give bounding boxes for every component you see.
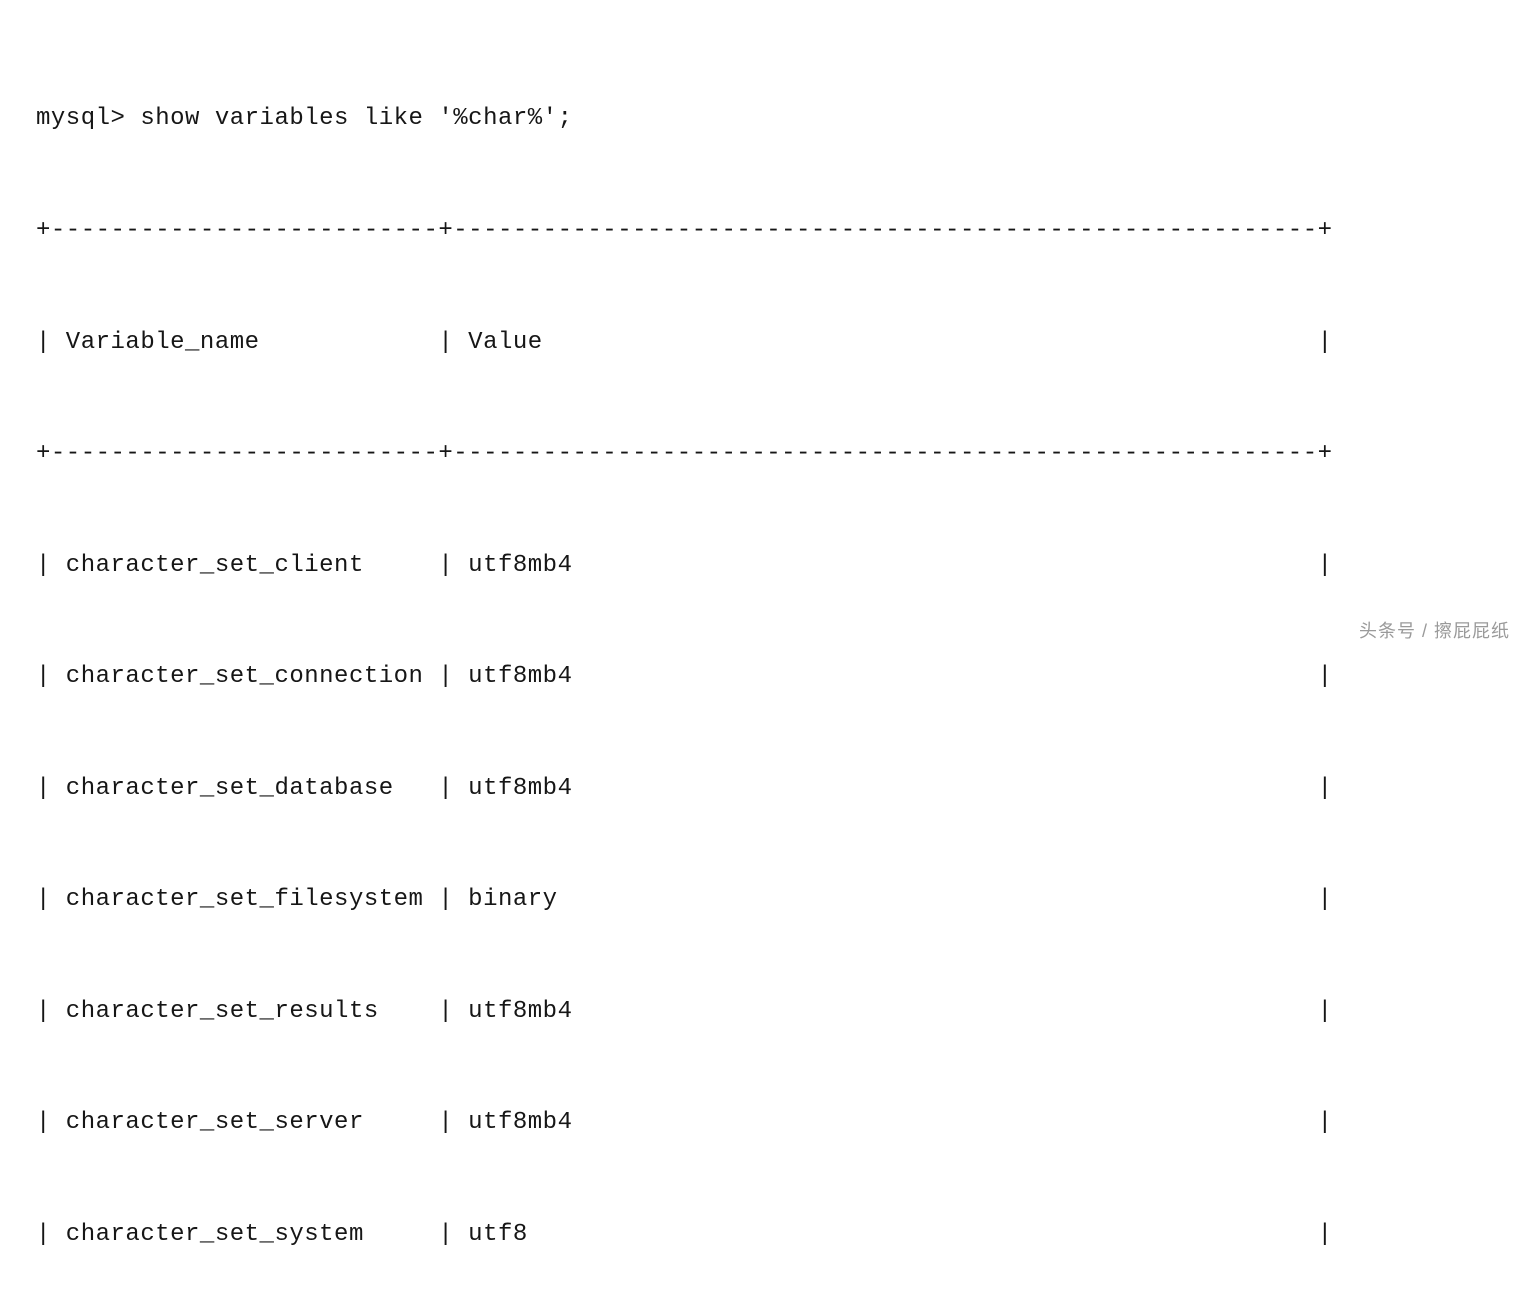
table-row: | character_set_connection | utf8mb4 | xyxy=(36,658,1522,695)
table-row: | character_set_client | utf8mb4 | xyxy=(36,547,1522,584)
table-row: | character_set_server | utf8mb4 | xyxy=(36,1104,1522,1141)
terminal-output: mysql> show variables like '%char%'; +--… xyxy=(36,26,1522,1312)
command-line: mysql> show variables like '%char%'; xyxy=(36,100,1522,137)
table-row: | character_set_filesystem | binary | xyxy=(36,881,1522,918)
table-row: | character_set_results | utf8mb4 | xyxy=(36,993,1522,1030)
table-row: | character_set_database | utf8mb4 | xyxy=(36,770,1522,807)
table-header: | Variable_name | Value | xyxy=(36,324,1522,361)
table-row: | character_set_system | utf8 | xyxy=(36,1216,1522,1253)
table-divider-top: +--------------------------+------------… xyxy=(36,212,1522,249)
table-divider-mid: +--------------------------+------------… xyxy=(36,435,1522,472)
watermark-text: 头条号 / 擦屁屁纸 xyxy=(1359,618,1510,646)
